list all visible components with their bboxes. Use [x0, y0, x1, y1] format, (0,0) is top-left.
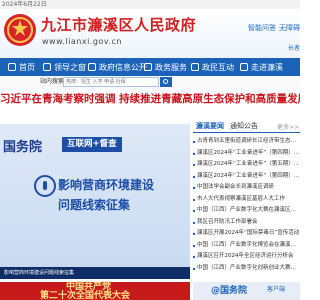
- banner-line-2: 问题线索征集: [58, 198, 131, 212]
- banner-caption: 影响营商环境建设问题线索征集: [4, 270, 75, 276]
- site-url: www.lianxi.gov.cn: [42, 37, 122, 46]
- list-item[interactable]: 中国（江西）产业数字化博览会在濂溪区开幕: [193, 240, 300, 252]
- state-council-brand: @国务院: [211, 286, 248, 296]
- services-icon: [144, 63, 152, 71]
- site-title[interactable]: 九江市濂溪区人民政府: [41, 14, 196, 35]
- top-bar: 2024年6月22日: [0, 0, 300, 9]
- nav-item-interaction[interactable]: 政民互动: [191, 58, 234, 76]
- nav-item-services[interactable]: 政务服务: [144, 58, 187, 76]
- news-more-link[interactable]: 更多>>: [277, 122, 299, 131]
- nav-label: 走进濂溪: [251, 62, 283, 72]
- list-item[interactable]: 濂溪区2024年“工业奋进年”（第四期）暨民营企业座谈会: [193, 171, 300, 183]
- header-link-accessibility[interactable]: 无障碍: [279, 23, 300, 33]
- state-council-sub: 客户端: [267, 286, 286, 293]
- state-council-app-banner[interactable]: @国务院 客户端: [193, 282, 300, 300]
- national-emblem-icon: [4, 14, 36, 46]
- nav-label: 政府信息公开: [99, 62, 147, 72]
- header-link-elder[interactable]: 长者: [288, 43, 300, 52]
- main-nav: 首页 领导之窗 政府信息公开 政务服务 政民互动 走进濂溪: [0, 58, 300, 76]
- list-item[interactable]: 濂溪区召开2024年全区经济运行分析会: [193, 251, 300, 263]
- header-link-qa[interactable]: 智能问答: [248, 23, 276, 33]
- list-item[interactable]: 市人大代表视察濂溪区基层人大工作: [193, 194, 300, 206]
- current-date: 2024年6月22日: [2, 1, 47, 8]
- home-icon: [8, 63, 16, 71]
- document-icon: [88, 63, 96, 71]
- news-panel: 濂溪要闻 通知公告 更多>> 占青青到五里街道调研长江经济带生态环境问题整改 濂…: [193, 119, 300, 289]
- header-links: 智能问答 无障碍: [248, 23, 300, 33]
- list-item[interactable]: 中国（江西）产业数字化创新创业大赛启动: [193, 263, 300, 275]
- list-item[interactable]: 我区召开防汛工作部署会: [193, 217, 300, 229]
- list-item[interactable]: 中国法学会副会长到濂溪区调研: [193, 182, 300, 194]
- location-icon: [240, 63, 248, 71]
- list-item[interactable]: 濂溪区2024年“工业奋进年”（第四期）暨半年工作调度会: [193, 148, 300, 160]
- bottom-banners: 中国共产党 第二十次全国代表大会 @国务院 客户端: [0, 282, 300, 300]
- news-list: 占青青到五里街道调研长江经济带生态环境问题整改 濂溪区2024年“工业奋进年”（…: [193, 136, 300, 274]
- list-item[interactable]: 占青青到五里街道调研长江经济带生态环境问题整改: [193, 136, 300, 148]
- nav-label: 首页: [19, 62, 35, 72]
- nav-item-leaders[interactable]: 领导之窗: [43, 58, 86, 76]
- nav-item-about[interactable]: 走进濂溪: [240, 58, 283, 76]
- leaders-icon: [43, 63, 51, 71]
- tab-lianxi-news[interactable]: 濂溪要闻: [193, 119, 227, 132]
- banner-line-1: 影响营商环境建设: [58, 178, 155, 192]
- microphone-icon: [34, 175, 56, 197]
- tab-notices[interactable]: 通知公告: [227, 119, 261, 132]
- site-header: 九江市濂溪区人民政府 www.lianxi.gov.cn 智能问答 无障碍 长者: [0, 9, 300, 58]
- banner-tag: 互联网+督查: [62, 137, 122, 152]
- search-icon: [163, 79, 168, 84]
- party-banner-line-2: 第二十次全国代表大会: [40, 291, 131, 300]
- list-item[interactable]: 中国（江西）产业数字化大赛在濂溪区成功举办: [193, 205, 300, 217]
- list-item[interactable]: 濂溪区2024年“工业奋进年”（第五期）暨半年工作推进会: [193, 159, 300, 171]
- nav-label: 领导之窗: [54, 62, 86, 72]
- chat-icon: [191, 63, 199, 71]
- headline-news[interactable]: 习近平在青海考察时强调 持续推进青藏高原生态保护和高质量发展 奋力谱写中国式现代…: [0, 87, 300, 111]
- feature-banner[interactable]: 国务院 互联网+督查 影响营商环境建设 问题线索征集 影响营商环境建设问题线索征…: [0, 124, 190, 279]
- nav-label: 政务服务: [155, 62, 187, 72]
- search-button[interactable]: [160, 77, 172, 87]
- nav-item-info-disclosure[interactable]: 政府信息公开: [88, 58, 147, 76]
- banner-brand: 国务院: [3, 140, 43, 155]
- party-congress-banner[interactable]: 中国共产党 第二十次全国代表大会: [0, 282, 190, 300]
- search-input[interactable]: [63, 77, 159, 87]
- list-item[interactable]: 濂溪区开展2024年“国际禁毒日”宣传活动: [193, 228, 300, 240]
- nav-item-home[interactable]: 首页: [8, 58, 35, 76]
- banner-caption-bar: 影响营商环境建设问题线索征集: [0, 267, 190, 279]
- nav-label: 政民互动: [202, 62, 234, 72]
